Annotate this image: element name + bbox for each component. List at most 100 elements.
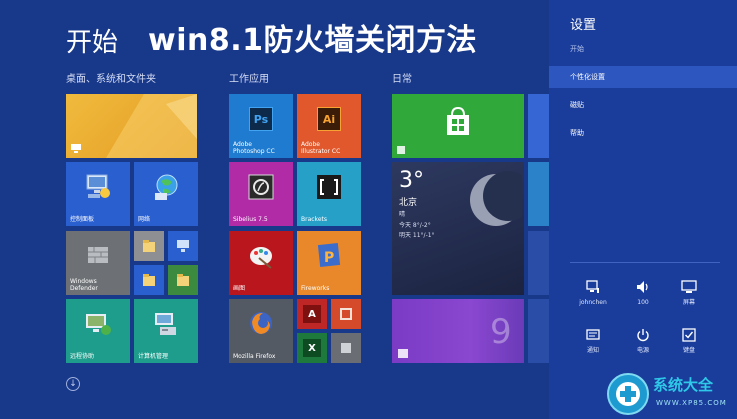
photos-tile[interactable]: 9 (392, 299, 524, 363)
settings-item-tiles[interactable]: 磁贴 (549, 94, 737, 116)
photoshop-icon: Ps (249, 107, 273, 131)
quick-network-button[interactable]: johnchen (573, 278, 613, 307)
group-label-daily: 日常 (392, 74, 412, 85)
control-panel-icon (86, 174, 110, 198)
quick-network-label: johnchen (579, 299, 607, 306)
watermark-text: 系统大全 (653, 376, 714, 394)
watermark-logo-icon (607, 373, 649, 415)
scroll-down-arrow-icon[interactable]: ↓ (66, 377, 80, 391)
moon-icon (470, 171, 522, 226)
settings-item-personalize[interactable]: 个性化设置 (549, 66, 737, 88)
tile-label: Photoshop CC (233, 148, 275, 155)
settings-item-help[interactable]: 帮助 (549, 122, 737, 144)
tile-label: Defender (70, 285, 98, 292)
remote-assist-icon (86, 314, 111, 335)
remote-assistance-tile[interactable]: 远程协助 (66, 299, 130, 363)
photoshop-tile[interactable]: Ps Adobe Photoshop CC (229, 94, 293, 158)
defender-wall-icon (88, 247, 108, 263)
folder-tile-3[interactable] (168, 265, 198, 295)
weather-forecast-tomorrow: 明天 11°/-1° (399, 232, 435, 239)
quick-keyboard-button[interactable]: 键盘 (669, 326, 709, 355)
store-small-icon (397, 146, 405, 154)
quick-screen-button[interactable]: 屏幕 (669, 278, 709, 307)
desktop-wallpaper-icon (106, 94, 197, 158)
paint-tile[interactable]: 画图 (229, 231, 293, 295)
firefox-tile[interactable]: Mozilla Firefox (229, 299, 293, 363)
firefox-icon (250, 312, 272, 334)
sibelius-icon (248, 174, 274, 200)
start-title: 开始 (66, 28, 119, 58)
tile-label: Fireworks (301, 285, 330, 292)
svg-text:P: P (324, 250, 334, 266)
access-tile[interactable]: A (297, 299, 327, 329)
start-screen: 开始 win8.1防火墙关闭方法 桌面、系统和文件夹 工作应用 日常 控制面板 (0, 0, 737, 419)
tile-label: 网络 (138, 216, 151, 223)
quick-notifications-button[interactable]: 通知 (573, 326, 613, 355)
tool-icon (341, 343, 351, 353)
keyboard-check-icon (682, 328, 696, 342)
quick-screen-label: 屏幕 (682, 299, 695, 306)
office-app-icon (340, 308, 352, 320)
group-label-work: 工作应用 (229, 74, 269, 85)
windows-defender-tile[interactable]: Windows Defender (66, 231, 130, 295)
quick-notifications-label: 通知 (586, 347, 599, 354)
tile-label: 计算机管理 (138, 353, 169, 360)
partial-tile-2[interactable] (528, 162, 549, 226)
tile-label: Illustrator CC (301, 148, 341, 155)
excel-icon: X (303, 339, 321, 357)
folder-icon (143, 274, 155, 286)
illustrator-icon: Ai (317, 107, 341, 131)
volume-icon (637, 281, 648, 293)
brackets-icon (317, 175, 341, 199)
fireworks-tile[interactable]: P Fireworks (297, 231, 361, 295)
folder-icon (177, 274, 189, 286)
office-tile[interactable] (331, 299, 361, 329)
excel-tile[interactable]: X (297, 333, 327, 363)
tile-label: Adobe (233, 141, 252, 148)
computer-icon (177, 240, 189, 252)
quick-power-label: 电源 (636, 347, 649, 354)
settings-divider (570, 262, 720, 263)
settings-subtitle: 开始 (570, 45, 584, 53)
quick-power-button[interactable]: 电源 (623, 326, 663, 355)
svg-text:9: 9 (490, 312, 512, 352)
weather-condition: 晴 (399, 211, 406, 218)
computer-management-icon (155, 313, 176, 335)
store-tile[interactable] (392, 94, 524, 158)
tile-label: 远程协助 (70, 353, 95, 360)
watermark-url: WWW.XP85.COM (656, 399, 727, 407)
brackets-tile[interactable]: Brackets (297, 162, 361, 226)
desktop-icon (71, 144, 81, 153)
network-tile[interactable]: 网络 (134, 162, 198, 226)
quick-volume-label: 100 (637, 299, 649, 306)
store-bag-icon (447, 106, 469, 135)
settings-charm-panel: 设置 开始 个性化设置 磁贴 帮助 johnchen 100 屏幕 通知 电源 … (549, 0, 737, 419)
control-panel-tile[interactable]: 控制面板 (66, 162, 130, 226)
folder-tile-1[interactable] (134, 231, 164, 261)
computer-tile[interactable] (168, 231, 198, 261)
quick-keyboard-label: 键盘 (682, 347, 695, 354)
folder-tile-2[interactable] (134, 265, 164, 295)
fireworks-icon: P (317, 243, 341, 267)
notifications-icon (586, 329, 600, 340)
desktop-tile[interactable] (66, 94, 197, 158)
settings-title: 设置 (570, 18, 597, 33)
sibelius-tile[interactable]: Sibelius 7.5 (229, 162, 293, 226)
partial-tile-3[interactable] (528, 231, 549, 295)
illustrator-tile[interactable]: Ai Adobe Illustrator CC (297, 94, 361, 158)
power-icon (637, 329, 649, 342)
tool-tile[interactable] (331, 333, 361, 363)
access-icon: A (303, 305, 321, 323)
group-label-desktop: 桌面、系统和文件夹 (66, 74, 156, 85)
tile-label: 画图 (233, 285, 246, 292)
partial-tile-4[interactable] (528, 299, 549, 363)
weather-tile[interactable]: 3° 北京 晴 今天 8°/-2° 明天 11°/-1° (392, 162, 524, 295)
site-watermark: 系统大全 WWW.XP85.COM (600, 370, 737, 419)
quick-volume-button[interactable]: 100 (623, 278, 663, 307)
weather-forecast-today: 今天 8°/-2° (399, 222, 431, 229)
tile-label: Sibelius 7.5 (233, 216, 268, 223)
tile-label: Brackets (301, 216, 327, 223)
partial-tile-1[interactable] (528, 94, 549, 158)
computer-management-tile[interactable]: 计算机管理 (134, 299, 198, 363)
tile-label: Windows (70, 278, 97, 285)
